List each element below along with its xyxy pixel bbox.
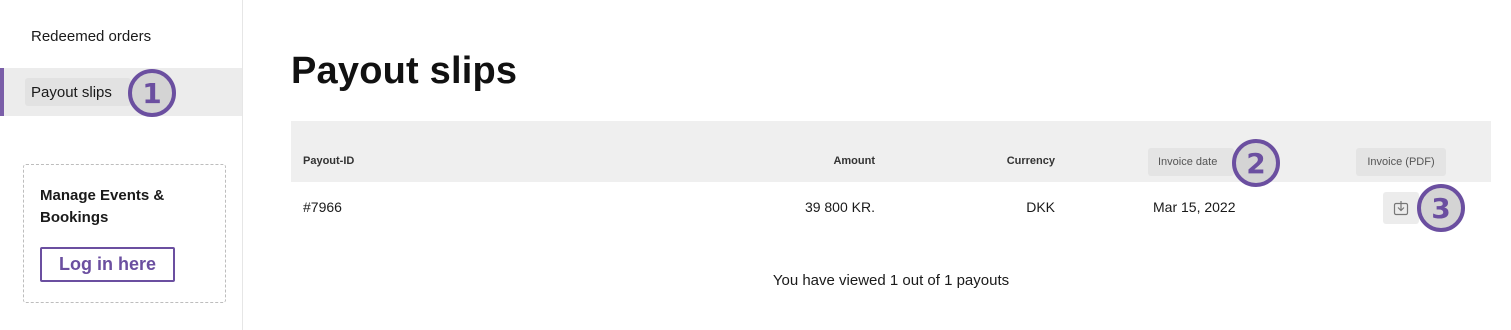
column-header-currency: Currency [1006,155,1055,167]
sidebar-item-payout-slips[interactable]: Payout slips [0,68,242,116]
column-header-invoice-date[interactable]: Invoice date [1148,148,1234,176]
sidebar: Redeemed orders Payout slips Manage Even… [0,0,243,330]
column-header-amount: Amount [833,155,875,167]
payout-id-cell: #7966 [303,199,342,215]
page-title: Payout slips [291,50,518,92]
step-badge-1: 1 [128,69,176,117]
column-header-payout-id: Payout-ID [303,155,355,167]
amount-cell: 39 800 KR. [804,199,875,215]
pagination-status: You have viewed 1 out of 1 payouts [772,272,1010,289]
manage-events-box: Manage Events & Bookings Log in here [23,164,226,303]
table-header: Payout-ID Amount Currency Invoice date I… [291,121,1491,182]
column-header-invoice-pdf: Invoice (PDF) [1356,148,1446,176]
download-icon [1393,201,1409,216]
currency-cell: DKK [1026,199,1055,215]
login-button[interactable]: Log in here [40,247,175,282]
table-row: #7966 39 800 KR. DKK Mar 15, 2022 [291,182,1491,232]
step-badge-2: 2 [1232,139,1280,187]
download-pdf-button[interactable] [1383,192,1419,224]
sidebar-item-label: Payout slips [31,83,112,101]
sidebar-item-redeemed-orders[interactable]: Redeemed orders [0,12,242,60]
manage-events-title: Manage Events & Bookings [40,187,165,226]
step-badge-3: 3 [1417,184,1465,232]
sidebar-item-label: Redeemed orders [31,27,152,45]
invoice-date-cell: Mar 15, 2022 [1153,199,1236,215]
